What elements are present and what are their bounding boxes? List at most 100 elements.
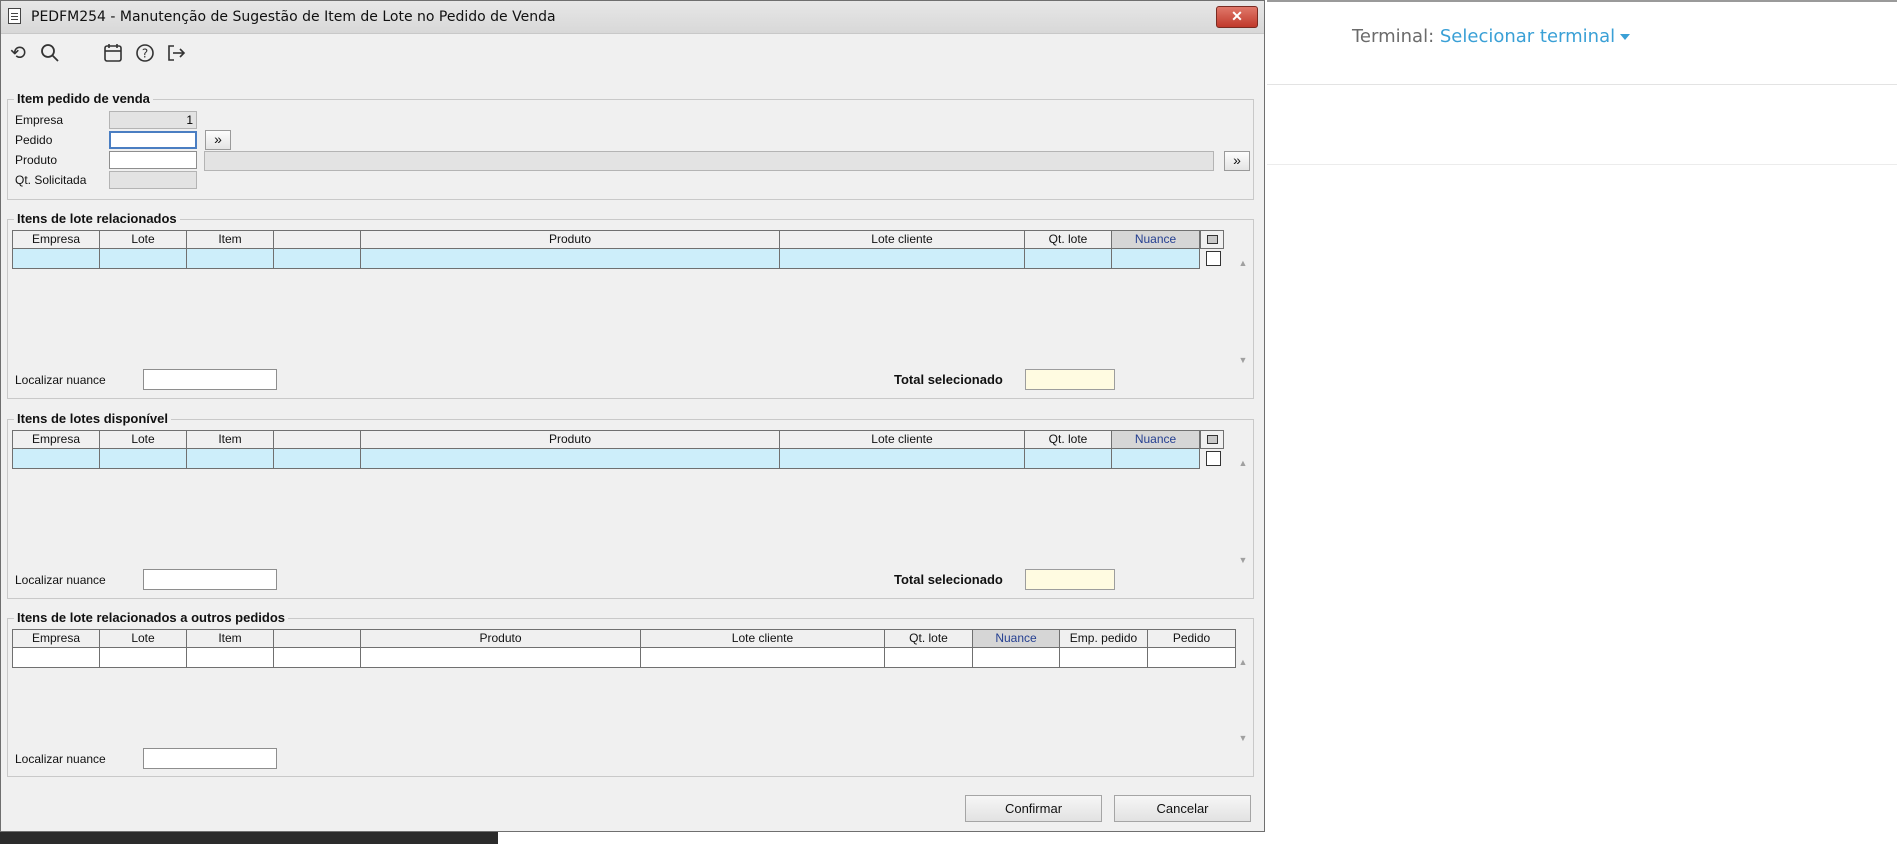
grid-cell[interactable] xyxy=(361,449,780,469)
produto-description-field xyxy=(204,151,1214,171)
grid-cell[interactable] xyxy=(1060,648,1148,668)
grid-cell[interactable] xyxy=(361,648,641,668)
grid-cell[interactable] xyxy=(1112,249,1200,269)
localizar-nuance-input[interactable] xyxy=(143,748,277,769)
grid-cell[interactable] xyxy=(12,449,100,469)
grid-cell[interactable] xyxy=(1025,249,1112,269)
table-row[interactable] xyxy=(12,449,1200,469)
grid-cell[interactable] xyxy=(274,249,361,269)
grid-cell[interactable] xyxy=(100,249,187,269)
column-emp-pedido[interactable]: Emp. pedido xyxy=(1060,629,1148,648)
undo-icon[interactable]: ⟲ xyxy=(7,42,29,64)
column-item[interactable]: Item xyxy=(187,629,274,648)
column-empresa[interactable]: Empresa xyxy=(12,629,100,648)
produto-input[interactable] xyxy=(109,151,197,169)
calendar-icon[interactable] xyxy=(102,42,124,64)
grid-cell[interactable] xyxy=(973,648,1060,668)
column-nuance[interactable]: Nuance xyxy=(1112,230,1200,249)
select-terminal-link[interactable]: Selecionar terminal xyxy=(1439,26,1631,47)
row-checkbox[interactable] xyxy=(1206,251,1221,266)
group-title: Item pedido de venda xyxy=(14,91,153,106)
grid-cell[interactable] xyxy=(12,648,100,668)
column-pedido[interactable]: Pedido xyxy=(1148,629,1236,648)
select-terminal-text: Selecionar terminal xyxy=(1439,26,1616,47)
localizar-nuance-input[interactable] xyxy=(143,369,277,390)
scroll-up-icon[interactable]: ▲ xyxy=(1236,458,1250,468)
column-lote-cliente[interactable]: Lote cliente xyxy=(641,629,885,648)
total-selecionado-field xyxy=(1025,369,1115,390)
grid-cell[interactable] xyxy=(1025,449,1112,469)
column-blank[interactable] xyxy=(274,430,361,449)
help-icon[interactable]: ? xyxy=(134,42,156,64)
scroll-up-icon[interactable]: ▲ xyxy=(1236,657,1250,667)
scroll-down-icon[interactable]: ▼ xyxy=(1236,733,1250,743)
column-qt-lote[interactable]: Qt. lote xyxy=(1025,230,1112,249)
search-icon[interactable] xyxy=(39,42,61,64)
produto-lookup-button[interactable]: » xyxy=(1224,151,1250,171)
svg-text:?: ? xyxy=(142,47,148,61)
localizar-nuance-input[interactable] xyxy=(143,569,277,590)
empresa-label: Empresa xyxy=(15,113,64,127)
scroll-down-icon[interactable]: ▼ xyxy=(1236,555,1250,565)
exit-icon[interactable] xyxy=(165,42,187,64)
cancelar-button[interactable]: Cancelar xyxy=(1114,795,1251,822)
pedido-input[interactable] xyxy=(109,131,197,149)
column-produto[interactable]: Produto xyxy=(361,230,780,249)
grid-cell[interactable] xyxy=(100,648,187,668)
column-nuance[interactable]: Nuance xyxy=(973,629,1060,648)
column-lote[interactable]: Lote xyxy=(100,430,187,449)
table-row[interactable] xyxy=(12,249,1200,269)
taskbar xyxy=(0,832,498,844)
grid-cell[interactable] xyxy=(780,249,1025,269)
column-lote-cliente[interactable]: Lote cliente xyxy=(780,230,1025,249)
outros-pedidos-group: Itens de lote relacionados a outros pedi… xyxy=(7,610,1254,777)
divider xyxy=(1267,164,1897,165)
confirmar-button[interactable]: Confirmar xyxy=(965,795,1102,822)
grid-cell[interactable] xyxy=(1148,648,1236,668)
select-all-checkbox[interactable] xyxy=(1200,430,1224,449)
column-lote-cliente[interactable]: Lote cliente xyxy=(780,430,1025,449)
column-qt-lote[interactable]: Qt. lote xyxy=(1025,430,1112,449)
column-produto[interactable]: Produto xyxy=(361,430,780,449)
column-empresa[interactable]: Empresa xyxy=(12,230,100,249)
dialog-window: PEDFM254 - Manutenção de Sugestão de Ite… xyxy=(0,0,1265,832)
grid-cell[interactable] xyxy=(187,249,274,269)
title-bar[interactable]: PEDFM254 - Manutenção de Sugestão de Ite… xyxy=(1,1,1264,34)
column-qt-lote[interactable]: Qt. lote xyxy=(885,629,973,648)
column-blank[interactable] xyxy=(274,629,361,648)
document-icon xyxy=(8,8,21,24)
pedido-lookup-button[interactable]: » xyxy=(205,130,231,150)
empresa-field: 1 xyxy=(109,111,197,129)
localizar-nuance-label: Localizar nuance xyxy=(15,752,106,766)
grid-cell[interactable] xyxy=(100,449,187,469)
localizar-nuance-label: Localizar nuance xyxy=(15,573,106,587)
column-lote[interactable]: Lote xyxy=(100,230,187,249)
column-produto[interactable]: Produto xyxy=(361,629,641,648)
grid-cell[interactable] xyxy=(641,648,885,668)
grid-cell[interactable] xyxy=(885,648,973,668)
grid-cell[interactable] xyxy=(187,648,274,668)
column-item[interactable]: Item xyxy=(187,430,274,449)
grid-cell[interactable] xyxy=(12,249,100,269)
grid-cell[interactable] xyxy=(1112,449,1200,469)
column-lote[interactable]: Lote xyxy=(100,629,187,648)
close-button[interactable]: ✕ xyxy=(1216,6,1258,28)
scroll-down-icon[interactable]: ▼ xyxy=(1236,355,1250,365)
scroll-up-icon[interactable]: ▲ xyxy=(1236,258,1250,268)
grid-header: Empresa Lote Item Produto Lote cliente Q… xyxy=(12,430,1200,449)
column-blank[interactable] xyxy=(274,230,361,249)
column-nuance[interactable]: Nuance xyxy=(1112,430,1200,449)
window-title: PEDFM254 - Manutenção de Sugestão de Ite… xyxy=(31,9,556,25)
grid-cell[interactable] xyxy=(361,249,780,269)
grid-cell[interactable] xyxy=(780,449,1025,469)
grid-cell[interactable] xyxy=(274,648,361,668)
grid-header: Empresa Lote Item Produto Lote cliente Q… xyxy=(12,629,1236,648)
table-row[interactable] xyxy=(12,648,1236,668)
select-all-checkbox[interactable] xyxy=(1200,230,1224,249)
column-item[interactable]: Item xyxy=(187,230,274,249)
grid-cell[interactable] xyxy=(274,449,361,469)
column-empresa[interactable]: Empresa xyxy=(12,430,100,449)
row-checkbox[interactable] xyxy=(1206,451,1221,466)
qt-solicitada-label: Qt. Solicitada xyxy=(15,173,87,187)
grid-cell[interactable] xyxy=(187,449,274,469)
